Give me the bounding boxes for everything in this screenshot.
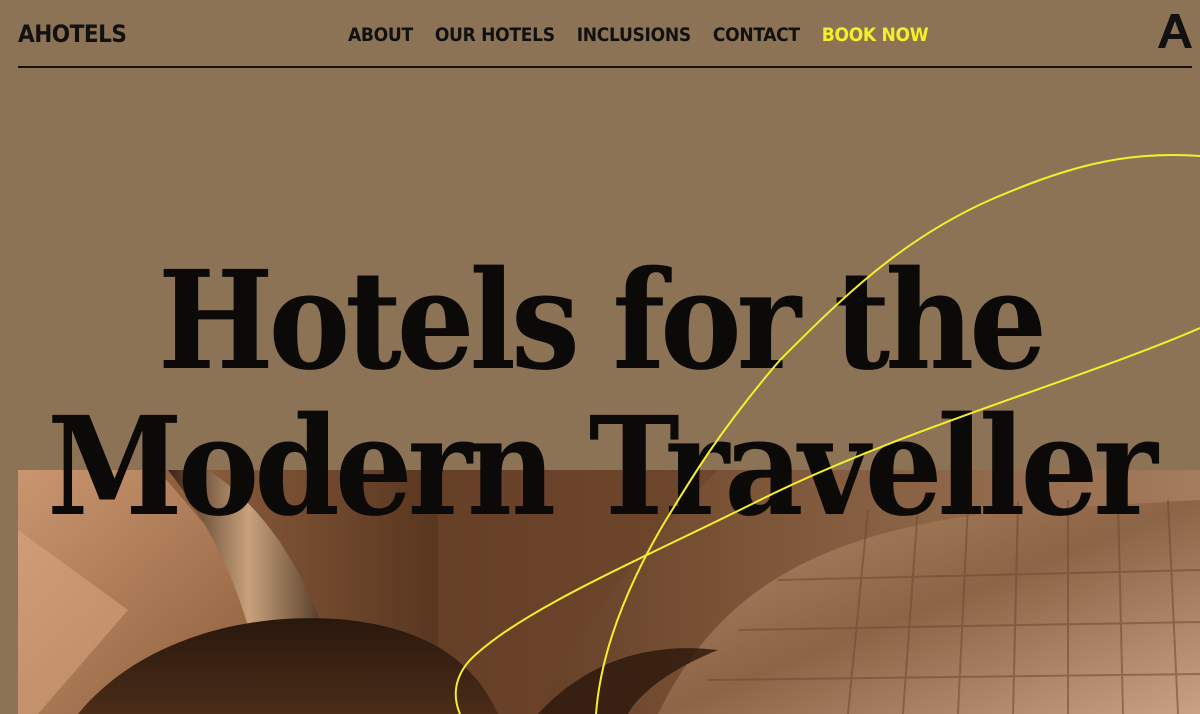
nav-link-about[interactable]: ABOUT	[348, 24, 413, 46]
a-monogram-icon[interactable]	[1158, 14, 1192, 48]
nav-item-book-now: BOOK NOW	[822, 26, 929, 45]
nav-item-about: ABOUT	[348, 26, 413, 45]
nav-item-inclusions: INCLUSIONS	[577, 26, 691, 45]
brand-logo-link[interactable]: AHOTELS	[18, 22, 127, 46]
hero-headline: Hotels for the Modern Traveller	[0, 248, 1200, 540]
nav-link-our-hotels[interactable]: OUR HOTELS	[435, 24, 555, 46]
book-now-button[interactable]: BOOK NOW	[822, 24, 929, 46]
hero-headline-line-1: Hotels for the	[157, 241, 1047, 401]
header-divider	[18, 66, 1192, 68]
nav-item-our-hotels: OUR HOTELS	[435, 26, 555, 45]
nav-item-contact: CONTACT	[713, 26, 800, 45]
hero-headline-line-2: Modern Traveller	[47, 387, 1158, 547]
landing-page: AHOTELS ABOUT OUR HOTELS INCLUSIONS CONT…	[0, 0, 1200, 714]
nav-link-contact[interactable]: CONTACT	[713, 24, 800, 46]
nav-link-inclusions[interactable]: INCLUSIONS	[577, 24, 691, 46]
main-nav: ABOUT OUR HOTELS INCLUSIONS CONTACT BOOK…	[348, 26, 929, 45]
